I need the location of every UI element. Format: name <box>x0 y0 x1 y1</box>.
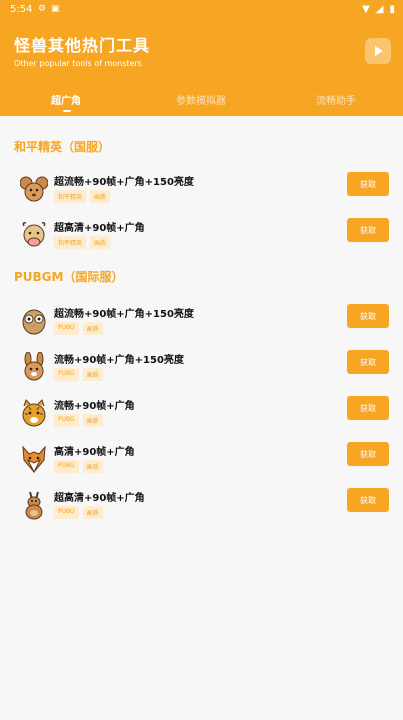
tag: 画质 <box>82 322 103 335</box>
tag: 画质 <box>90 190 111 203</box>
page-title: 怪兽其他热门工具 <box>14 36 151 55</box>
app-header: 怪兽其他热门工具 Other popular tools of monsters <box>0 20 403 84</box>
tag: 画质 <box>90 236 111 249</box>
list-item: 超流畅+90帧+广角+150亮度 和平精英 画质 获取 <box>0 170 403 214</box>
tag: PUBG <box>54 506 79 519</box>
tag: 画质 <box>82 368 103 381</box>
item-title: 流畅+90帧+广角+150亮度 <box>54 355 184 366</box>
rabbit-face-icon <box>24 352 44 381</box>
tag: 画质 <box>82 506 103 519</box>
owl-face-icon <box>22 309 46 335</box>
get-button[interactable]: 获取 <box>347 172 389 196</box>
cow-face-icon <box>22 222 46 247</box>
tab-bar: 超广角 参数模拟器 流畅助手 <box>0 84 403 116</box>
tab-smooth-assistant[interactable]: 流畅助手 <box>316 92 356 107</box>
get-button[interactable]: 获取 <box>347 488 389 512</box>
item-title: 流畅+90帧+广角 <box>54 401 135 412</box>
tag: 画质 <box>82 460 103 473</box>
play-icon <box>375 46 383 56</box>
get-button[interactable]: 获取 <box>347 442 389 466</box>
list-item: 高清+90帧+广角 PUBG 画质 获取 <box>0 440 403 484</box>
section-title-cn: 和平精英（国服） <box>14 140 111 154</box>
item-title: 超高清+90帧+广角 <box>54 493 145 504</box>
signal-icon: ◢ <box>375 4 384 15</box>
item-tags: 和平精英 画质 <box>54 190 111 203</box>
status-bar: 5:54 ⚙ ▣ ▼ ◢ ▮ <box>0 0 403 20</box>
tab-wide-angle[interactable]: 超广角 <box>51 92 81 107</box>
list-item: 流畅+90帧+广角 PUBG 画质 获取 <box>0 394 403 438</box>
list-item: 流畅+90帧+广角+150亮度 PUBG 画质 获取 <box>0 348 403 392</box>
tool-list: 和平精英（国服） 超流畅+90帧+广角+150亮度 和平精英 画质 获取 超高清… <box>0 116 403 720</box>
fox-face-icon <box>22 445 46 474</box>
get-button[interactable]: 获取 <box>347 350 389 374</box>
tiger-face-icon <box>22 399 46 427</box>
mouse-face-icon <box>20 176 48 202</box>
item-title: 超流畅+90帧+广角+150亮度 <box>54 309 194 320</box>
list-item: 超高清+90帧+广角 PUBG 画质 获取 <box>0 486 403 530</box>
tag: 画质 <box>82 414 103 427</box>
list-item: 超流畅+90帧+广角+150亮度 PUBG 画质 获取 <box>0 302 403 346</box>
tag: PUBG <box>54 322 79 335</box>
item-tags: PUBG 画质 <box>54 506 103 519</box>
item-tags: 和平精英 画质 <box>54 236 111 249</box>
tag: PUBG <box>54 460 79 473</box>
item-title: 超流畅+90帧+广角+150亮度 <box>54 177 194 188</box>
status-time: 5:54 <box>10 4 33 15</box>
get-button[interactable]: 获取 <box>347 396 389 420</box>
tag: PUBG <box>54 368 79 381</box>
app-status-icon: ▣ <box>51 4 60 14</box>
item-tags: PUBG 画质 <box>54 414 103 427</box>
tag: 和平精英 <box>54 236 87 249</box>
item-tags: PUBG 画质 <box>54 368 103 381</box>
item-tags: PUBG 画质 <box>54 322 103 335</box>
get-button[interactable]: 获取 <box>347 304 389 328</box>
wifi-icon: ▼ <box>362 4 370 15</box>
tab-param-simulator[interactable]: 参数模拟器 <box>176 92 226 107</box>
play-button[interactable] <box>365 38 391 64</box>
tab-indicator <box>63 110 71 112</box>
kangaroo-icon <box>25 491 43 520</box>
tag: 和平精英 <box>54 190 87 203</box>
list-item: 超高清+90帧+广角 和平精英 画质 获取 <box>0 216 403 260</box>
tag: PUBG <box>54 414 79 427</box>
get-button[interactable]: 获取 <box>347 218 389 242</box>
item-title: 超高清+90帧+广角 <box>54 223 145 234</box>
settings-status-icon: ⚙ <box>38 4 47 14</box>
item-title: 高清+90帧+广角 <box>54 447 135 458</box>
page-subtitle: Other popular tools of monsters <box>14 59 142 68</box>
battery-icon: ▮ <box>389 4 395 15</box>
section-title-global: PUBGM（国际服） <box>14 270 124 284</box>
item-tags: PUBG 画质 <box>54 460 103 473</box>
